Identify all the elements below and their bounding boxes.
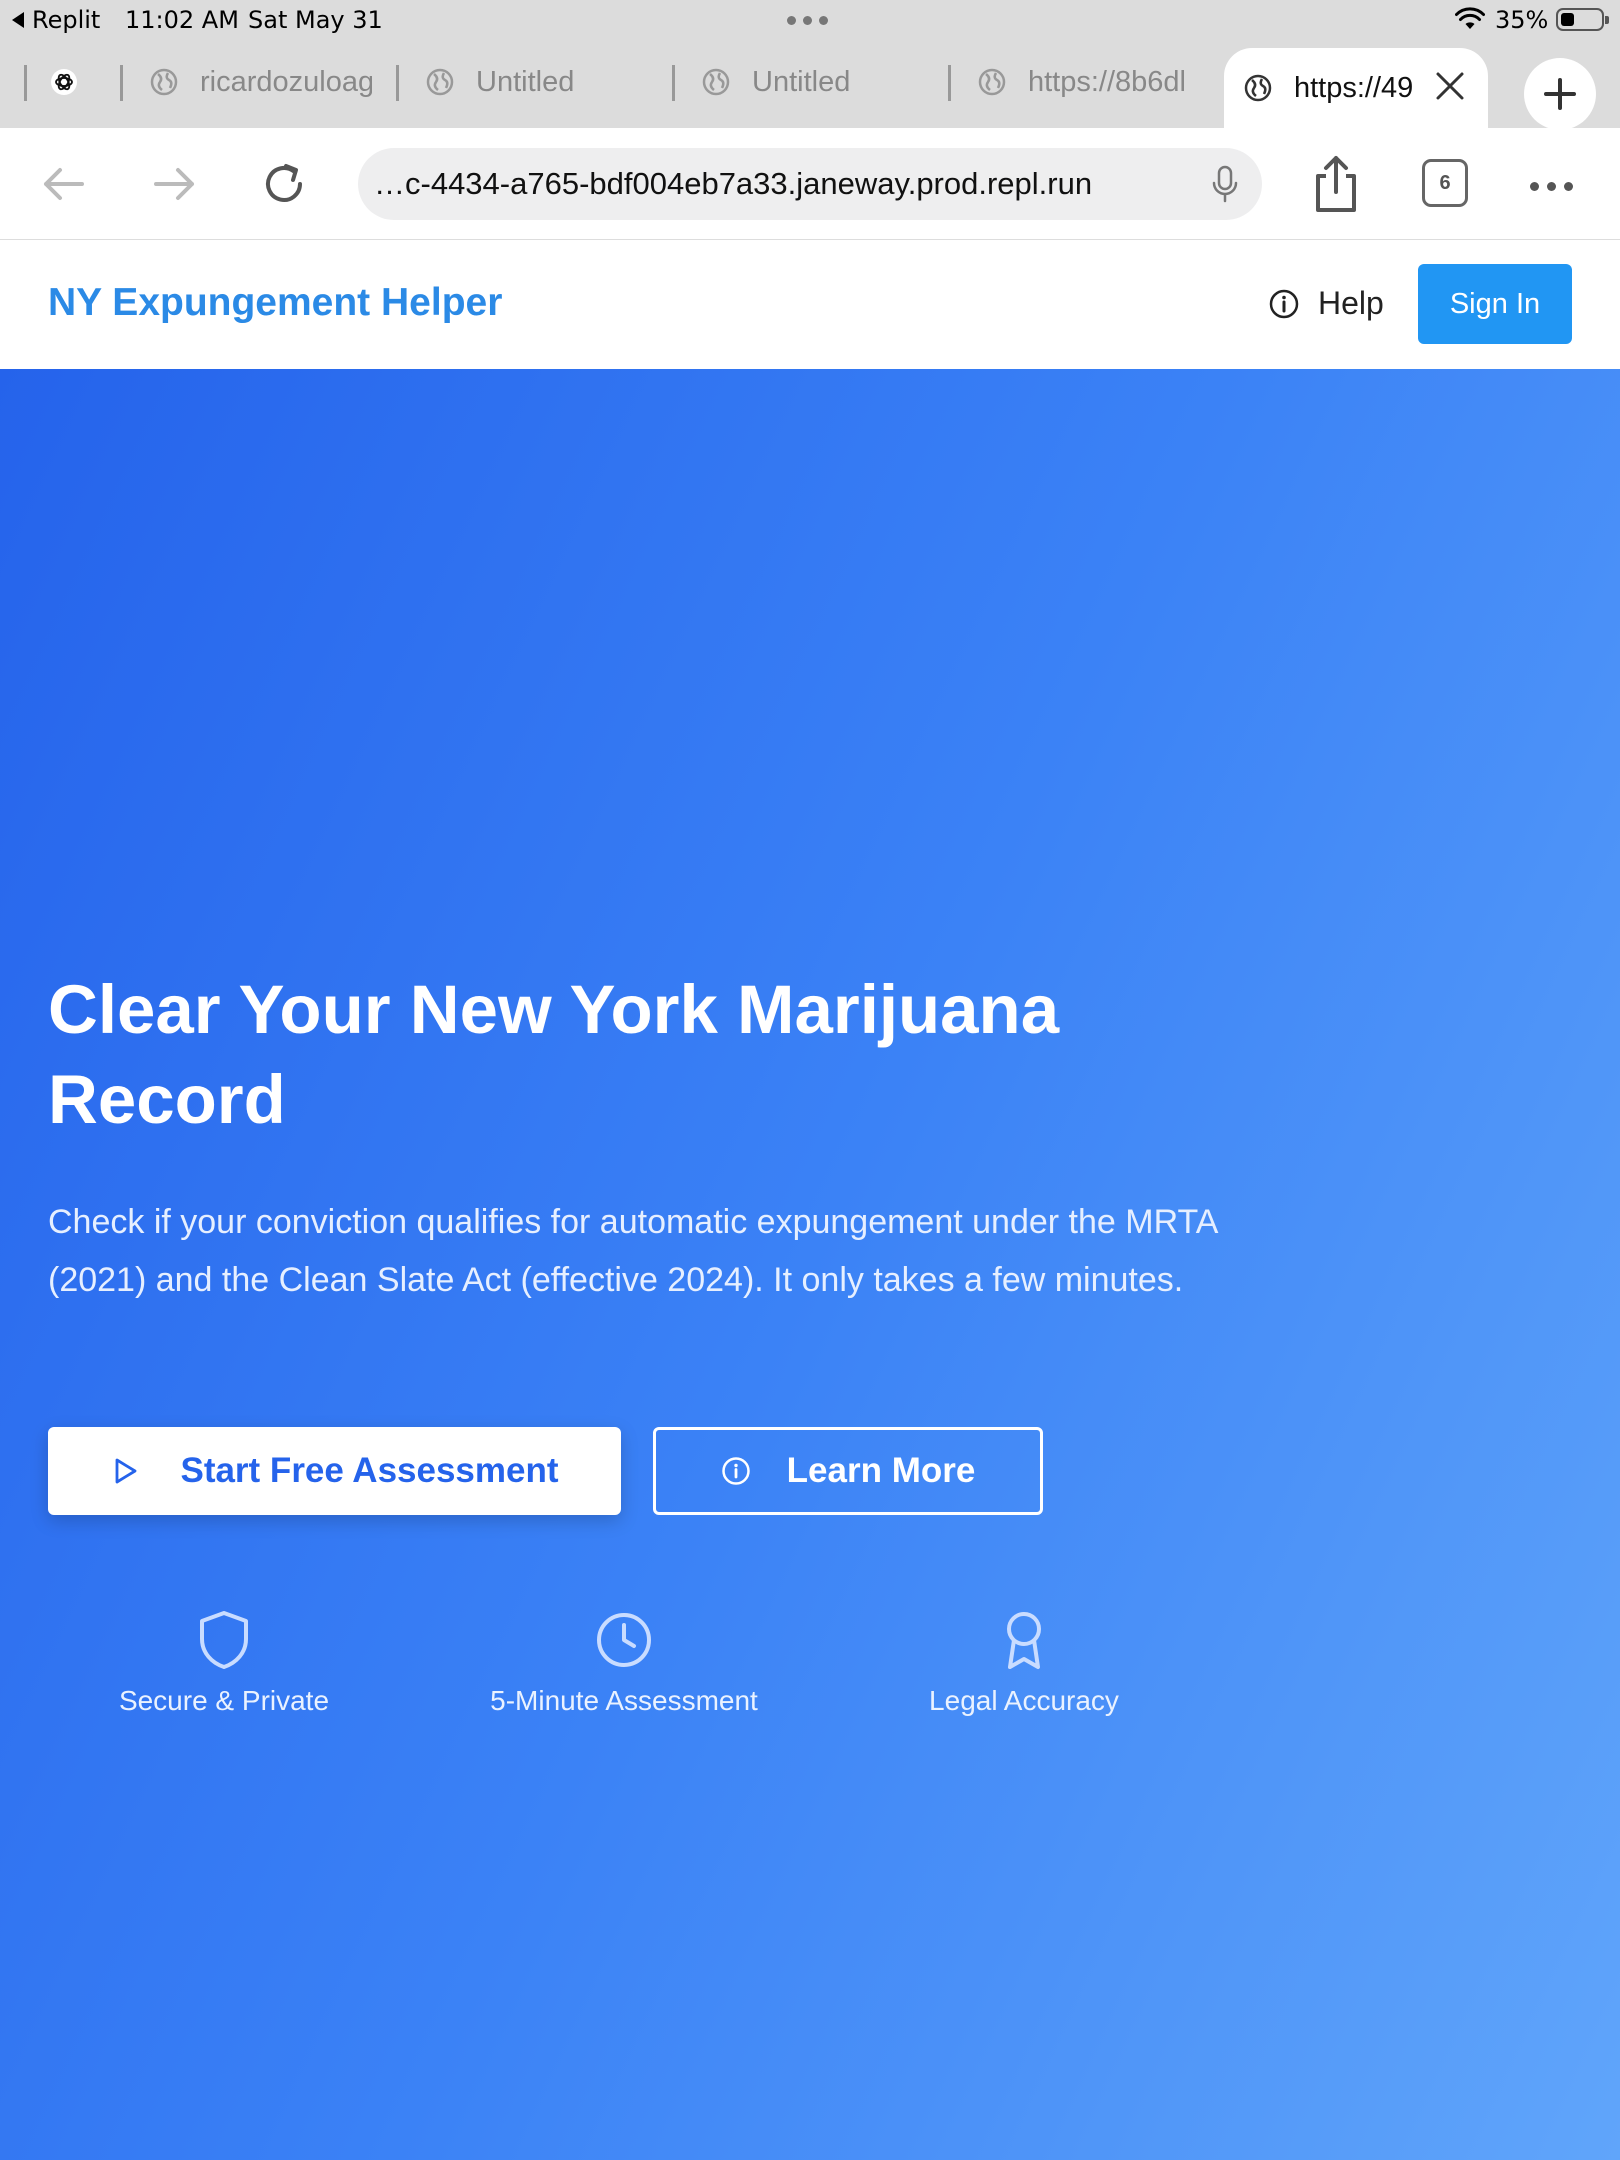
tab-8b6dl[interactable]: https://8b6dl (978, 52, 1200, 112)
tab-count: 6 (1439, 171, 1451, 194)
back-app-label: Replit (32, 6, 101, 34)
browser-tab-strip: ricardozuloag Untitled Untitled https://… (0, 40, 1620, 130)
close-tab-icon[interactable] (1434, 70, 1466, 102)
tab-untitled-2[interactable]: Untitled (702, 52, 932, 112)
feature-label: Secure & Private (118, 1685, 330, 1716)
forward-arrow-icon[interactable] (146, 156, 202, 212)
tab-label: Untitled (476, 65, 575, 98)
battery-fill (1561, 13, 1575, 26)
info-icon (721, 1457, 750, 1485)
tab-count-button[interactable]: 6 (1422, 159, 1468, 207)
sign-in-button[interactable]: Sign In (1418, 264, 1572, 344)
status-date: Sat May 31 (248, 6, 383, 34)
more-options-icon[interactable] (1530, 182, 1573, 191)
ios-status-bar: Replit 11:02 AM Sat May 31 35% (0, 0, 1620, 40)
play-icon (116, 1458, 137, 1484)
site-header: NY Expungement Helper Help Sign In (0, 241, 1620, 369)
plus-icon (1544, 78, 1576, 110)
multitasking-dots-icon[interactable] (787, 16, 828, 25)
new-tab-button[interactable] (1524, 58, 1596, 130)
address-bar[interactable]: …c-4434-a765-bdf004eb7a33.janeway.prod.r… (358, 148, 1262, 220)
tab-label: https://49 (1294, 71, 1412, 104)
url-text: …c-4434-a765-bdf004eb7a33.janeway.prod.r… (374, 166, 1093, 201)
back-arrow-icon[interactable] (36, 156, 92, 212)
globe-icon (702, 68, 730, 96)
help-link[interactable]: Help (1268, 285, 1384, 322)
tab-label: ricardozuloag (200, 65, 372, 98)
globe-icon (978, 68, 1006, 96)
feature-label: 5-Minute Assessment (490, 1685, 758, 1716)
chatgpt-icon (51, 69, 77, 95)
tab-ricardozuloag[interactable]: ricardozuloag (150, 52, 372, 112)
back-triangle-icon (12, 12, 24, 28)
start-assessment-label: Start Free Assessment (180, 1451, 559, 1490)
reload-icon[interactable] (256, 156, 312, 212)
tab-chatgpt[interactable] (50, 52, 140, 112)
start-assessment-button[interactable]: Start Free Assessment (48, 1427, 621, 1515)
battery-icon (1556, 8, 1609, 31)
hero-title: Clear Your New York Marijuana Record (48, 971, 1060, 1138)
award-icon (1007, 1612, 1041, 1669)
microphone-icon[interactable] (1210, 164, 1240, 204)
globe-icon (426, 68, 454, 96)
learn-more-label: Learn More (786, 1451, 976, 1490)
browser-toolbar: …c-4434-a765-bdf004eb7a33.janeway.prod.r… (0, 128, 1620, 240)
shield-icon (200, 1611, 248, 1669)
feature-secure-private: Secure & Private (44, 1609, 404, 1717)
tab-label: https://8b6dl (1028, 65, 1186, 98)
tab-label: Untitled (752, 65, 851, 98)
learn-more-button[interactable]: Learn More (653, 1427, 1043, 1515)
hero-section: Clear Your New York Marijuana Record Che… (0, 369, 1620, 2160)
tab-untitled-1[interactable]: Untitled (426, 52, 656, 112)
status-time: 11:02 AM (125, 6, 239, 34)
share-icon[interactable] (1308, 152, 1364, 216)
feature-five-minute: 5-Minute Assessment (444, 1609, 804, 1717)
clock-icon (597, 1613, 651, 1667)
hero-description: Check if your conviction qualifies for a… (48, 1203, 1217, 1299)
help-label: Help (1318, 285, 1384, 321)
site-brand-link[interactable]: NY Expungement Helper (48, 281, 502, 325)
globe-icon (1244, 74, 1272, 102)
battery-percent: 35% (1495, 6, 1549, 34)
tab-active[interactable]: https://49 (1224, 48, 1488, 128)
back-to-app-button[interactable]: Replit (12, 6, 100, 34)
feature-label: Legal Accuracy (929, 1685, 1119, 1716)
feature-legal-accuracy: Legal Accuracy (844, 1609, 1204, 1717)
wifi-icon (1455, 7, 1485, 29)
info-icon (1269, 289, 1299, 318)
globe-icon (150, 68, 178, 96)
